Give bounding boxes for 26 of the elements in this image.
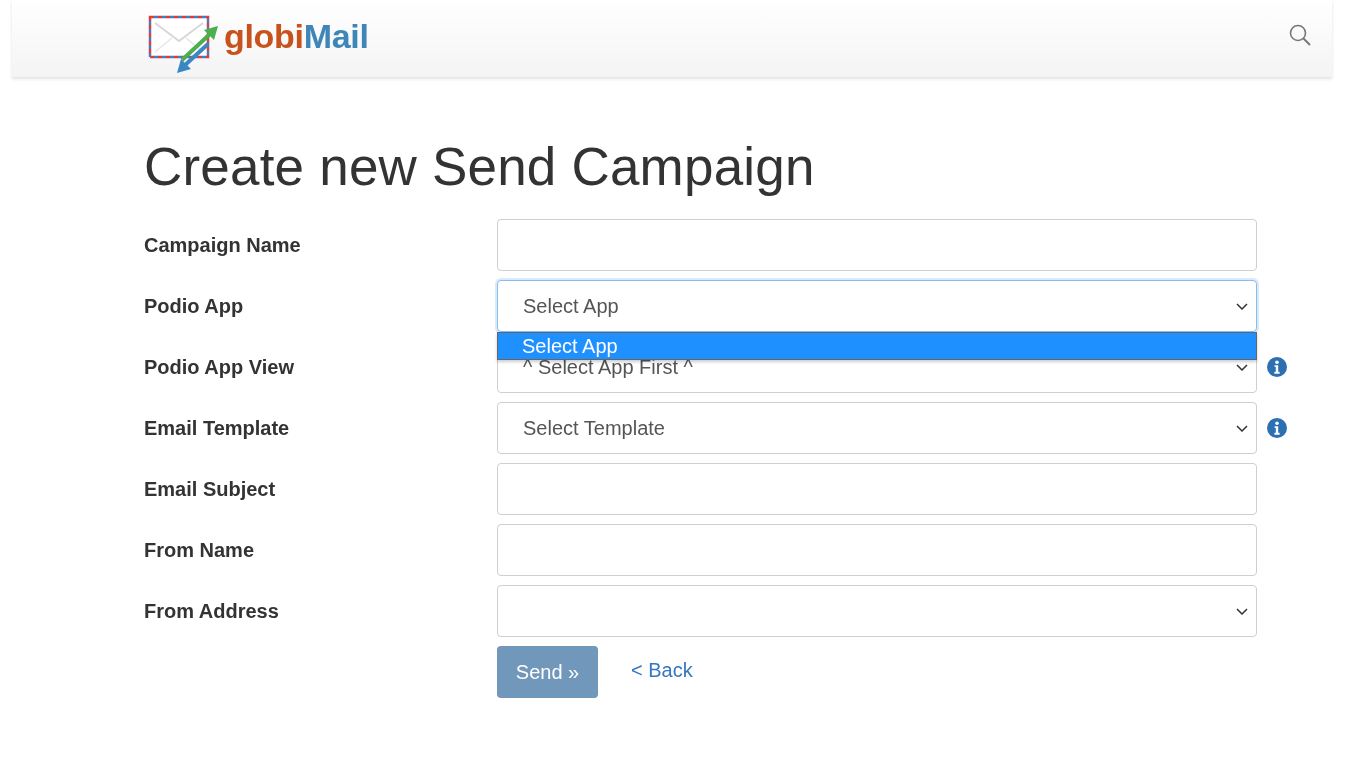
select-value: Select App — [523, 294, 619, 318]
select-value: Select Template — [523, 416, 665, 440]
search-icon[interactable] — [1289, 23, 1311, 46]
field-label: Podio App — [144, 294, 244, 318]
logo-text: globiMail — [224, 17, 369, 56]
field-label: Campaign Name — [144, 233, 301, 257]
field-label: Email Template — [144, 416, 290, 440]
field-label: Email Subject — [144, 477, 276, 501]
chevron-icon — [1236, 424, 1248, 432]
field-label: From Name — [144, 538, 255, 562]
chevron-icon — [1236, 363, 1248, 371]
info-icon[interactable] — [1267, 357, 1287, 377]
field-label: From Address — [144, 599, 279, 623]
field-label: Podio App View — [144, 355, 294, 379]
input-field[interactable] — [497, 219, 1257, 271]
input-field[interactable] — [497, 463, 1257, 515]
info-icon[interactable] — [1267, 418, 1287, 438]
envelope-logo-icon — [148, 13, 220, 74]
select-field[interactable]: Select App — [497, 280, 1257, 332]
chevron-icon — [1236, 607, 1248, 615]
chevron-icon — [1236, 302, 1248, 310]
back-link[interactable]: < Back — [631, 658, 693, 682]
select-field[interactable] — [497, 585, 1257, 637]
input-field[interactable] — [497, 524, 1257, 576]
select-field[interactable]: Select Template — [497, 402, 1257, 454]
page-title: Create new Send Campaign — [144, 136, 815, 197]
